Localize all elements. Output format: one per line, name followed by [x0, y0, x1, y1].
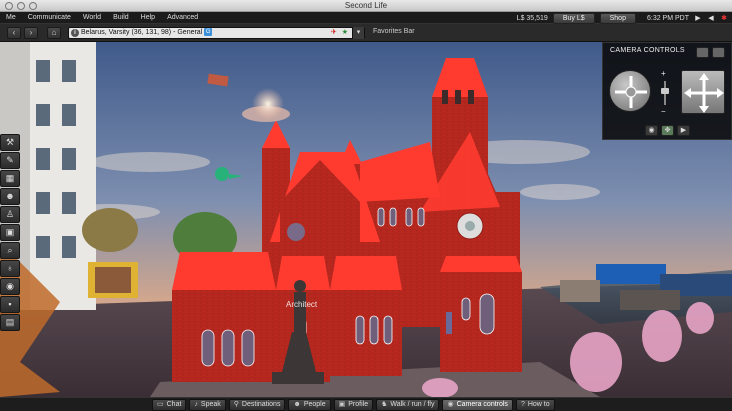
chat-button-label: Chat: [166, 401, 182, 408]
people-icon[interactable]: ☻: [0, 188, 20, 205]
clock: 6:32 PM PDT: [646, 14, 689, 22]
microphone-icon: ♪: [194, 401, 198, 408]
orbit-mode-icon[interactable]: ✥: [661, 125, 674, 136]
pan-arrows-icon: [684, 73, 724, 113]
destinations-button-label: Destinations: [241, 401, 281, 408]
location-text: Belarus, Varsity (36, 131, 98) - General: [81, 29, 203, 36]
menu-advanced[interactable]: Advanced: [161, 12, 204, 24]
orbit-arrows-icon: [615, 76, 647, 108]
chat-button[interactable]: ▭ Chat: [152, 399, 187, 411]
zoom-knob[interactable]: [661, 88, 669, 94]
navigation-bar: ‹ › ⌂ i Belarus, Varsity (36, 131, 98) -…: [0, 24, 732, 42]
maturity-rating-icon: G: [204, 28, 213, 37]
camera-pan-joystick[interactable]: [681, 70, 725, 114]
people-icon: ☻: [293, 401, 301, 408]
walk-run-fly-button[interactable]: ♞ Walk / run / fly: [376, 399, 440, 411]
eye-icon: ◉: [447, 401, 454, 408]
shop-button[interactable]: Shop: [599, 12, 636, 24]
menu-build[interactable]: Build: [107, 12, 135, 24]
buy-linden-button[interactable]: Buy L$: [552, 12, 595, 24]
avatar-name-tag: Architect: [286, 300, 318, 309]
zoom-out-icon[interactable]: −: [661, 107, 666, 116]
camera-controls-panel: CAMERA CONTROLS + − ◉ ✥ ▶: [602, 42, 732, 140]
walk-icon: ♞: [381, 401, 388, 408]
map-icon[interactable]: ▦: [0, 170, 20, 187]
forward-button[interactable]: ›: [24, 27, 38, 39]
media-toggle-icon[interactable]: ▶: [694, 14, 702, 22]
camera-zoom-slider[interactable]: + −: [659, 69, 671, 117]
pin-icon[interactable]: ✎: [0, 152, 20, 169]
people-button[interactable]: ☻ People: [288, 399, 331, 411]
menu-communicate[interactable]: Communicate: [22, 12, 77, 24]
back-button[interactable]: ‹: [7, 27, 21, 39]
volume-icon[interactable]: ◀: [707, 14, 715, 22]
menu-world[interactable]: World: [77, 12, 107, 24]
broadcast-icon[interactable]: ◉: [0, 278, 20, 295]
lightbulb-icon[interactable]: ♁: [0, 260, 20, 277]
how-to-button[interactable]: ? How to: [515, 399, 555, 411]
profile-button-label: Profile: [348, 401, 369, 408]
snapshot-icon[interactable]: ▪: [0, 296, 20, 313]
clothing-icon[interactable]: ♙: [0, 206, 20, 223]
left-toolbar: ⚒ ✎ ▦ ☻ ♙ ▣ ⌕ ♁ ◉ ▪ ▤: [0, 134, 22, 332]
location-dropdown-button[interactable]: ▾: [352, 27, 364, 39]
location-input[interactable]: i Belarus, Varsity (36, 131, 98) - Gener…: [68, 27, 365, 39]
favorites-bar-label: Favorites Bar: [373, 28, 415, 35]
eye-view-icon[interactable]: ◉: [645, 125, 658, 136]
question-icon: ?: [520, 401, 525, 408]
camera-controls-title: CAMERA CONTROLS: [610, 47, 685, 54]
no-fly-icon: ✈: [330, 29, 337, 36]
search-icon[interactable]: ⌕: [0, 242, 20, 259]
window-title: Second Life: [344, 1, 388, 10]
map-pin-icon: ⚲: [233, 401, 239, 408]
inventory-icon[interactable]: ▣: [0, 224, 20, 241]
camera-controls-button[interactable]: ◉ Camera controls: [442, 399, 513, 411]
notification-icon[interactable]: ✱: [720, 14, 728, 22]
camera-controls-button-label: Camera controls: [456, 401, 508, 408]
camera-pose-icon[interactable]: [712, 47, 725, 58]
favorite-star-icon[interactable]: ★: [342, 28, 348, 38]
destinations-button[interactable]: ⚲ Destinations: [228, 399, 286, 411]
speak-button[interactable]: ♪ Speak: [189, 399, 226, 411]
camera-orbit-joystick[interactable]: [609, 70, 651, 112]
menu-help[interactable]: Help: [135, 12, 161, 24]
camera-mode-icon[interactable]: ▶: [677, 125, 690, 136]
walk-run-fly-button-label: Walk / run / fly: [390, 401, 435, 408]
menu-me[interactable]: Me: [0, 12, 22, 24]
window-titlebar: Second Life: [0, 0, 732, 12]
how-to-button-label: How to: [527, 401, 550, 408]
home-button[interactable]: ⌂: [47, 27, 61, 39]
profile-button[interactable]: ▣ Profile: [333, 399, 374, 411]
bottom-toolbar: ▭ Chat ♪ Speak ⚲ Destinations ☻ People ▣…: [0, 397, 732, 411]
people-button-label: People: [303, 401, 326, 408]
menu-bar: Me Communicate World Build Help Advanced…: [0, 12, 732, 24]
place-info-icon[interactable]: i: [71, 29, 79, 37]
zoom-in-icon[interactable]: +: [661, 69, 666, 78]
chat-bubble-icon: ▭: [157, 401, 164, 408]
speak-button-label: Speak: [200, 401, 221, 408]
profile-card-icon: ▣: [338, 401, 346, 408]
chat-icon[interactable]: ▤: [0, 314, 20, 331]
wrench-icon[interactable]: ⚒: [0, 134, 20, 151]
camera-presets-icon[interactable]: [696, 47, 709, 58]
linden-balance[interactable]: L$ 35,519: [517, 15, 548, 22]
